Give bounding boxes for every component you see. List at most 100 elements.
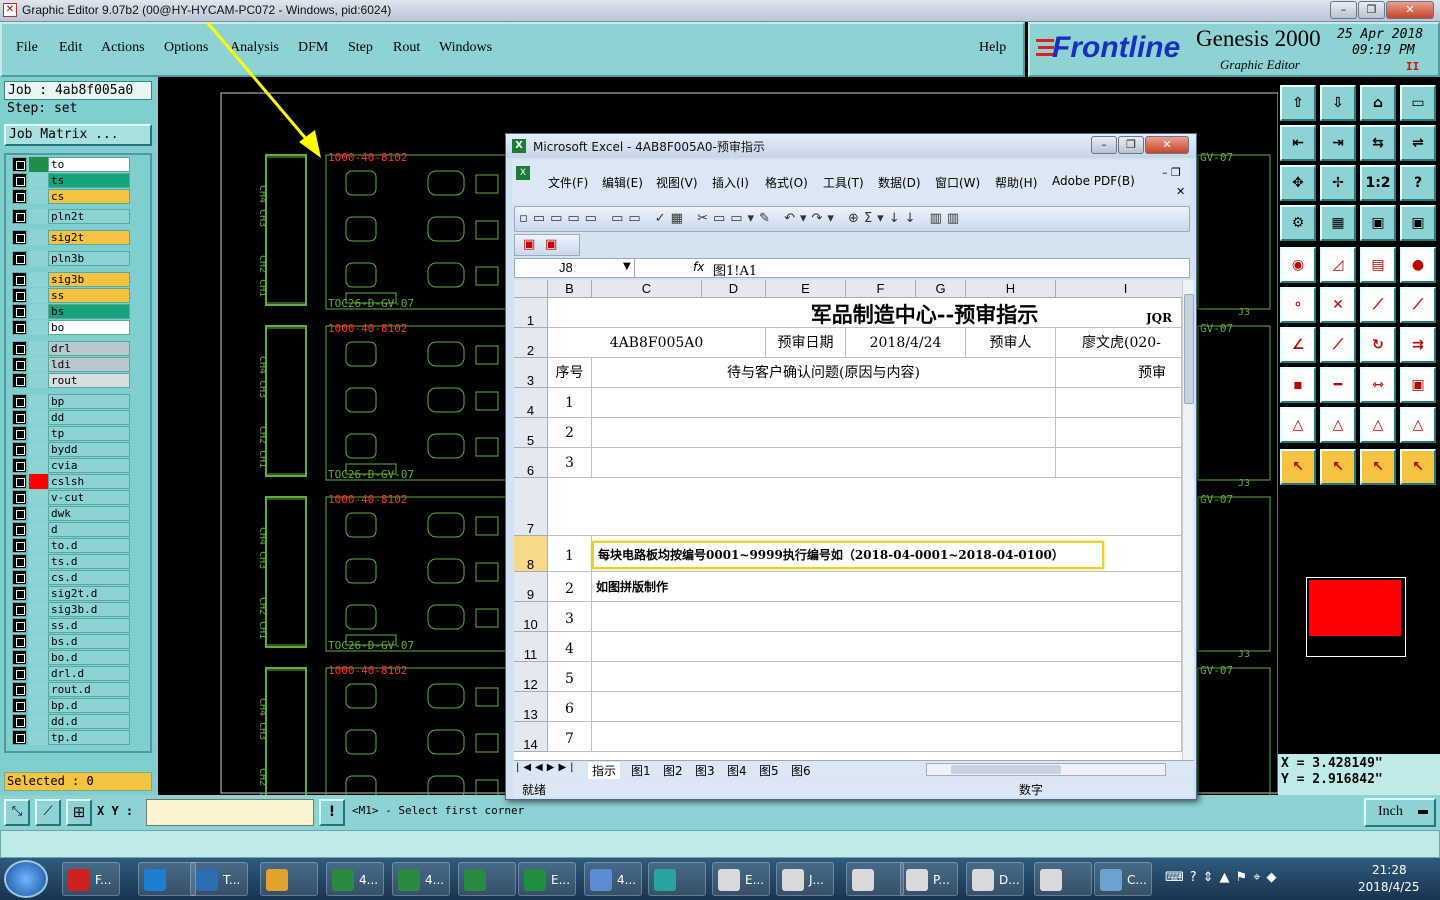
excel-menu-item[interactable]: 数据(D) xyxy=(878,174,921,191)
layer-checkbox[interactable] xyxy=(12,714,27,729)
layer-color-swatch[interactable] xyxy=(29,650,49,665)
triangle-a-icon[interactable]: △ xyxy=(1280,407,1316,443)
scale-icon[interactable]: 1:2 xyxy=(1360,165,1396,201)
item-number[interactable]: 1 xyxy=(548,536,592,572)
column-header[interactable]: B xyxy=(548,280,592,298)
layer-checkbox[interactable] xyxy=(12,538,27,553)
layer-b-icon[interactable]: ▣ xyxy=(1400,205,1436,241)
taskbar-button[interactable] xyxy=(648,862,706,896)
layer-checkbox[interactable] xyxy=(12,506,27,521)
column-header[interactable]: C xyxy=(592,280,702,298)
row-header[interactable]: 2 xyxy=(514,328,548,358)
home-icon[interactable]: ⌂ xyxy=(1360,85,1396,121)
zoom-icon[interactable]: ⤡ xyxy=(4,799,30,826)
select-all-corner[interactable] xyxy=(514,280,548,298)
command-line[interactable] xyxy=(0,830,1440,858)
sheet-tab[interactable]: 图3 xyxy=(692,762,718,779)
sheet-tab[interactable]: 指示 xyxy=(588,762,621,779)
job-matrix-button[interactable]: Job Matrix ... xyxy=(4,124,152,146)
slope-icon[interactable]: ⟋ xyxy=(1320,327,1356,363)
note-text[interactable]: 如图拼版制作 xyxy=(592,572,1182,602)
item-number[interactable]: 3 xyxy=(548,602,592,632)
layer-checkbox[interactable] xyxy=(12,157,27,172)
select-multi-icon[interactable]: ↖ xyxy=(1400,449,1436,485)
layer-checkbox[interactable] xyxy=(12,410,27,425)
layer-checkbox[interactable] xyxy=(12,304,27,319)
select-round-icon[interactable]: ↖ xyxy=(1360,449,1396,485)
row-header[interactable]: 6 xyxy=(514,448,548,478)
taskbar-button[interactable]: J... xyxy=(776,862,834,896)
settings-icon[interactable]: ⚙ xyxy=(1280,205,1316,241)
name-box-dropdown-icon[interactable]: ▼ xyxy=(623,261,631,272)
layer-checkbox[interactable] xyxy=(12,602,27,617)
row-header[interactable]: 5 xyxy=(514,418,548,448)
item-number[interactable]: 2 xyxy=(548,572,592,602)
rotate-icon[interactable]: ↻ xyxy=(1360,327,1396,363)
layer-row-drl.d[interactable]: drl.d xyxy=(12,666,130,681)
segment-icon[interactable]: ⟋ xyxy=(1360,287,1396,323)
layer-row-drl[interactable]: drl xyxy=(12,341,130,356)
segment-alt-icon[interactable]: ⟋ xyxy=(1400,287,1436,323)
row-header[interactable]: 7 xyxy=(514,478,548,536)
review-cell[interactable] xyxy=(1056,418,1182,448)
excel-window[interactable]: X Microsoft Excel - 4AB8F005A0-预审指示 – ❐ … xyxy=(505,133,1197,800)
sheet-tab[interactable]: 图5 xyxy=(756,762,782,779)
layer-row-d[interactable]: d xyxy=(12,522,130,537)
sheet-tab[interactable]: 图2 xyxy=(660,762,686,779)
copy-icon[interactable]: ▣ xyxy=(1400,367,1436,403)
taskbar-button[interactable]: E... xyxy=(518,862,576,896)
excel-menu-item[interactable]: 编辑(E) xyxy=(602,174,643,191)
workbook-minimize-icon[interactable]: – ❐ xyxy=(1162,166,1181,179)
ruler-icon[interactable]: ▤ xyxy=(1360,247,1396,283)
menu-file[interactable]: File xyxy=(16,40,38,56)
layer-row-rout[interactable]: rout xyxy=(12,373,130,388)
layer-row-cs.d[interactable]: cs.d xyxy=(12,570,130,585)
fill-icon[interactable]: ▪ xyxy=(1280,367,1316,403)
layer-row-ts.d[interactable]: ts.d xyxy=(12,554,130,569)
layer-row-bs.d[interactable]: bs.d xyxy=(12,634,130,649)
row-header[interactable]: 10 xyxy=(514,602,548,632)
select-box-icon[interactable]: ↖ xyxy=(1320,449,1356,485)
sheet-title[interactable]: 军品制造中心--预审指示 xyxy=(548,298,1182,328)
layer-checkbox[interactable] xyxy=(12,320,27,335)
layer-row-ldi[interactable]: ldi xyxy=(12,357,130,372)
layer-row-dd[interactable]: dd xyxy=(12,410,130,425)
formula-input[interactable]: 图1!A1 xyxy=(713,260,757,279)
layer-row-cs[interactable]: cs xyxy=(12,189,130,204)
layer-color-swatch[interactable] xyxy=(29,442,49,457)
layer-row-v-cut[interactable]: v-cut xyxy=(12,490,130,505)
shift-left-icon[interactable]: ⇤ xyxy=(1280,125,1316,161)
reviewer-cell[interactable]: 廖文虎(020- xyxy=(1056,328,1182,358)
note-cell[interactable] xyxy=(592,722,1182,752)
layer-color-swatch[interactable] xyxy=(29,373,49,388)
review-header[interactable]: 预审 xyxy=(1056,358,1182,388)
layer-checkbox[interactable] xyxy=(12,357,27,372)
xy-input[interactable] xyxy=(146,799,314,826)
triangle-c-icon[interactable]: △ xyxy=(1360,407,1396,443)
reviewer-label[interactable]: 预审人 xyxy=(966,328,1056,358)
taskbar-button[interactable] xyxy=(1034,862,1092,896)
taskbar-button[interactable]: 4... xyxy=(584,862,642,896)
taskbar-button[interactable]: D... xyxy=(966,862,1024,896)
app-icon[interactable]: ✕ xyxy=(3,3,17,17)
layer-row-ss.d[interactable]: ss.d xyxy=(12,618,130,633)
swap-icon[interactable]: ⇆ xyxy=(1360,125,1396,161)
row-header[interactable]: 13 xyxy=(514,692,548,722)
layer-checkbox[interactable] xyxy=(12,458,27,473)
column-header[interactable]: G xyxy=(916,280,966,298)
workbook-icon[interactable]: X xyxy=(516,166,530,180)
excel-maximize-button[interactable]: ❐ xyxy=(1118,136,1144,154)
window-icon[interactable]: ▭ xyxy=(1400,85,1436,121)
excel-menu-item[interactable]: 窗口(W) xyxy=(935,174,980,191)
layer-color-swatch[interactable] xyxy=(29,209,49,224)
layer-checkbox[interactable] xyxy=(12,554,27,569)
layer-color-swatch[interactable] xyxy=(29,304,49,319)
job-number-cell[interactable]: 4AB8F005A0 xyxy=(548,328,766,358)
horizontal-scrollbar[interactable] xyxy=(926,763,1166,776)
menu-help[interactable]: Help xyxy=(979,40,1006,56)
shift-right-icon[interactable]: ⇥ xyxy=(1320,125,1356,161)
layer-checkbox[interactable] xyxy=(12,666,27,681)
minimize-button[interactable]: – xyxy=(1330,1,1357,19)
layer-row-tp[interactable]: tp xyxy=(12,426,130,441)
line-edit-icon[interactable]: ◿ xyxy=(1320,247,1356,283)
